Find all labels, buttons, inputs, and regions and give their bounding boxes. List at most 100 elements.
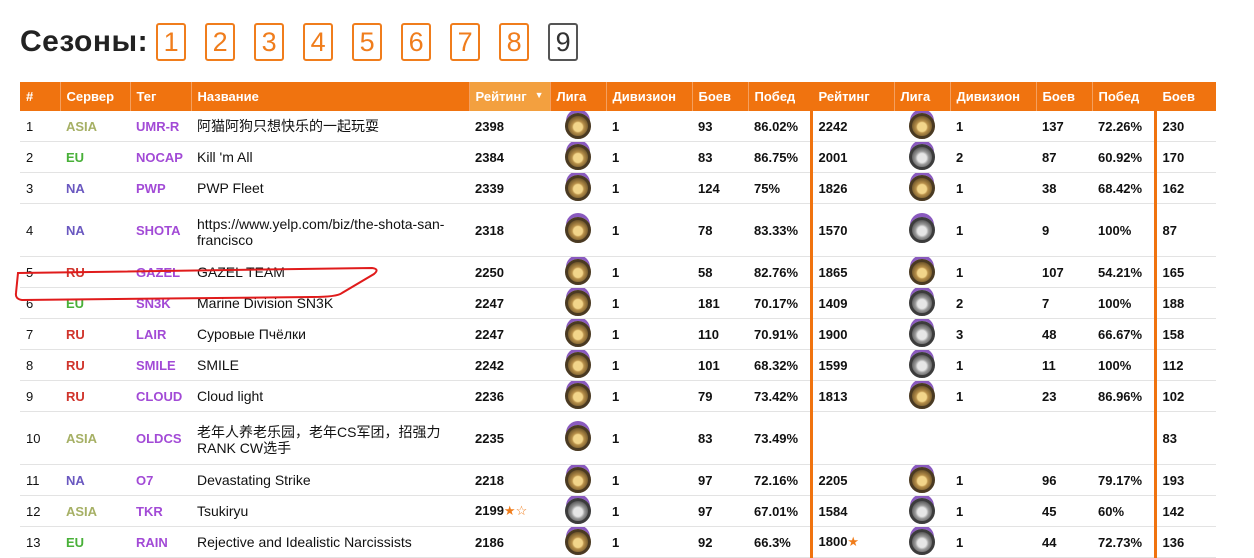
gold-league-icon [565,175,591,201]
battles-cell-text: 97 [698,472,713,488]
column-header-6[interactable]: Дивизион [605,82,692,111]
season-button-1[interactable]: 1 [156,23,187,61]
column-header-2[interactable]: Тег [129,82,191,111]
prev-division-cell-text: 2 [956,149,964,165]
column-header-12[interactable]: Боев [1035,82,1092,111]
table-row[interactable]: 11 NA O7 Devastating Strike 2218 1 97 72.16% 220… [20,464,1216,496]
rank-cell: 6 [20,287,60,319]
column-header-3[interactable]: Название [190,82,469,111]
clan-tag-link[interactable]: O7 [130,464,191,496]
table-row[interactable]: 13 EU RAIN Rejective and Idealistic Narciss… [20,526,1216,558]
clan-tag-link[interactable]: RAIN [130,526,191,558]
clan-name-cell: 老年人养老乐园，老年CS军团，招强力RANK CW选手 [191,411,469,465]
total-battles-cell-text: 142 [1162,503,1185,519]
season-button-7[interactable]: 7 [450,23,481,61]
prev-division-cell: 1 [950,172,1036,204]
column-header-5[interactable]: Лига [549,82,606,111]
table-row[interactable]: 5 RU GAZEL GAZEL TEAM 2250 1 58 82.76% 1865 1 107 5… [20,256,1216,288]
rating-cell-text: 2318 [475,222,504,238]
clan-tag-link[interactable]: UMR-R [130,111,191,142]
clan-tag-link[interactable]: TKR [130,495,191,527]
total-battles-cell-text: 193 [1162,472,1185,488]
wins-cell-text: 73.42% [754,388,799,404]
season-button-6[interactable]: 6 [401,23,432,61]
column-header-9[interactable]: Рейтинг [810,82,894,111]
column-header-label: Побед [754,89,796,104]
clan-tag-link[interactable]: PWP [130,172,191,204]
clan-tag-link[interactable]: LAIR [130,318,191,350]
clan-name-cell: Rejective and Idealistic Narcissists [191,526,469,558]
prev-league-cell [894,111,950,142]
sort-desc-icon[interactable]: ▼ [535,90,544,100]
table-row[interactable]: 9 RU CLOUD Cloud light 2236 1 79 73.42% 1813 1 23 8… [20,380,1216,412]
clan-tag-link[interactable]: NOCAP [130,141,191,173]
wins-cell-text: 70.91% [754,326,799,342]
prev-wins-cell-text: 54.21% [1098,264,1143,280]
column-header-10[interactable]: Лига [893,82,950,111]
season-button-4[interactable]: 4 [303,23,334,61]
prev-battles-cell-text: 23 [1042,388,1057,404]
rating-cell: 2247 [469,318,550,350]
table-row[interactable]: 2 EU NOCAP Kill 'm All 2384 1 83 86.75% 2001 2 87 6… [20,141,1216,173]
wins-cell: 67.01% [748,495,813,527]
clan-tag-link[interactable]: SHOTA [130,203,191,257]
table-row[interactable]: 3 NA PWP PWP Fleet 2339 1 124 75% 1826 1 38 68.42% 1… [20,172,1216,204]
table-row[interactable]: 4 NA SHOTA https://www.yelp.com/biz/the-sho… [20,203,1216,257]
column-header-0[interactable]: # [20,82,60,111]
prev-battles-cell: 137 [1036,111,1092,142]
battles-cell-text: 83 [698,430,713,446]
prev-battles-cell: 44 [1036,526,1092,558]
column-header-8[interactable]: Побед [747,82,813,111]
table-row[interactable]: 6 EU SN3K Marine Division SN3K 2247 1 181 70.17… [20,287,1216,319]
season-button-8[interactable]: 8 [499,23,530,61]
clan-tag-link[interactable]: CLOUD [130,380,191,412]
column-header-13[interactable]: Побед [1091,82,1157,111]
prev-rating-cell: 1813 [811,380,894,412]
table-row[interactable]: 7 RU LAIR Суровые Пчёлки 2247 1 110 70.91% 1900 3… [20,318,1216,350]
rank-cell: 4 [20,203,60,257]
server-cell-text: RU [66,357,85,373]
rating-cell: 2235 [469,411,550,465]
clan-tag-link[interactable]: SMILE [130,349,191,381]
season-button-9[interactable]: 9 [548,23,579,61]
season-button-5[interactable]: 5 [352,23,383,61]
table-row[interactable]: 12 ASIA TKR Tsukiryu 2199★☆ 1 97 67.01% 1584 1 45 6… [20,495,1216,527]
prev-rating-cell: 2242 [811,111,894,142]
division-cell-text: 1 [612,149,620,165]
clan-name-cell: GAZEL TEAM [191,256,469,288]
column-header-7[interactable]: Боев [691,82,748,111]
column-header-4[interactable]: Рейтинг ▼ [468,82,550,111]
column-header-1[interactable]: Сервер [59,82,130,111]
wins-cell: 82.76% [748,256,813,288]
wins-cell-text: 70.17% [754,295,799,311]
prev-rating-cell: 1865 [811,256,894,288]
silver-league-icon [909,352,935,378]
clan-tag-link[interactable]: GAZEL [130,256,191,288]
season-list: 123456789 [156,23,597,61]
rank-cell: 7 [20,318,60,350]
table-row[interactable]: 1 ASIA UMR-R 阿猫阿狗只想快乐的一起玩耍 2398 1 93 86.02% 2242… [20,111,1216,142]
prev-battles-cell-text: 87 [1042,149,1057,165]
prev-wins-cell: 79.17% [1092,464,1157,496]
total-battles-cell: 112 [1155,349,1216,381]
prev-division-cell-text: 1 [956,264,964,280]
prev-league-cell [894,203,950,257]
column-header-14[interactable]: Боев [1154,82,1216,111]
clan-tag-link[interactable]: OLDCS [130,411,191,465]
battles-cell: 79 [692,380,748,412]
wins-cell-text: 72.16% [754,472,799,488]
column-header-11[interactable]: Дивизион [949,82,1036,111]
rating-cell: 2236 [469,380,550,412]
clan-tag-link[interactable]: SN3K [130,287,191,319]
server-cell-text: ASIA [66,430,98,446]
table-row[interactable]: 10 ASIA OLDCS 老年人养老乐园，老年CS军团，招强力RANK CW选手 22… [20,411,1216,465]
total-battles-cell: 162 [1155,172,1216,204]
wins-cell: 86.02% [748,111,813,142]
battles-cell-text: 181 [698,295,720,311]
prev-battles-cell: 7 [1036,287,1092,319]
season-button-2[interactable]: 2 [205,23,236,61]
table-row[interactable]: 8 RU SMILE SMILE 2242 1 101 68.32% 1599 1 11 100% 11… [20,349,1216,381]
season-button-3[interactable]: 3 [254,23,285,61]
prev-rating-cell-text: 1826 [818,180,848,196]
prev-wins-cell-text: 66.67% [1098,326,1143,342]
